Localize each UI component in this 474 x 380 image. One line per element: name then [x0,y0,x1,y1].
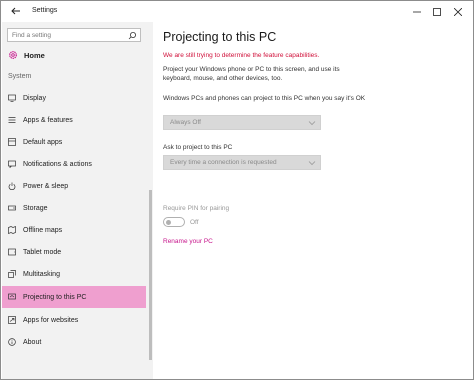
apps-list-icon [8,116,16,124]
sidebar-item-label: Display [23,94,46,102]
sidebar-item-label: Offline maps [23,226,63,234]
back-arrow-icon[interactable] [10,5,22,17]
toggle-state-text: Off [190,219,199,226]
sidebar-item-power-sleep[interactable]: Power & sleep [2,175,146,197]
power-icon [8,182,16,190]
sidebar-item-label: Default apps [23,138,63,146]
project-permission-label: Windows PCs and phones can project to th… [163,95,366,102]
default-apps-icon [8,138,16,146]
sidebar-item-label: About [23,338,42,346]
page-description: Project your Windows phone or PC to this… [163,66,340,82]
minimize-icon[interactable] [407,1,427,22]
maximize-icon[interactable] [427,1,447,22]
sidebar-item-display[interactable]: Display [2,87,146,109]
sidebar-item-notifications[interactable]: Notifications & actions [2,153,146,175]
notifications-icon [8,160,16,168]
sidebar-item-about[interactable]: About [2,331,146,353]
sidebar-item-label: Notifications & actions [23,160,92,168]
sidebar-item-apps-features[interactable]: Apps & features [2,109,146,131]
monitor-icon [8,94,16,102]
sidebar-item-label: Storage [23,204,48,212]
sidebar-item-label: Apps for websites [23,316,79,324]
title-bar: Settings [1,1,473,22]
dropdown-value: Always Off [170,119,201,126]
chevron-down-icon [308,159,316,167]
info-icon [8,338,16,346]
ask-to-project-label: Ask to project to this PC [163,144,233,151]
search-icon[interactable] [128,31,137,40]
toggle-knob [166,219,171,225]
sidebar-item-label: Tablet mode [23,248,62,256]
dropdown-value: Every time a connection is requested [170,159,277,166]
section-label: System [8,73,32,80]
projecting-icon [8,293,16,301]
capability-warning: We are still trying to determine the fea… [163,52,320,59]
sidebar-item-default-apps[interactable]: Default apps [2,131,146,153]
main-content: Projecting to this PC We are still tryin… [163,22,463,379]
search-placeholder: Find a setting [12,32,52,39]
sidebar-item-projecting[interactable]: Projecting to this PC [2,286,146,308]
sidebar-item-label: Multitasking [23,270,60,278]
sidebar-item-apps-websites[interactable]: Apps for websites [2,309,146,331]
require-pin-label: Require PIN for pairing [163,205,230,212]
map-icon [8,226,16,234]
search-input[interactable]: Find a setting [7,28,141,42]
gear-icon [9,51,17,59]
sidebar-item-multitasking[interactable]: Multitasking [2,263,146,285]
home-label: Home [24,50,45,60]
chevron-down-icon [308,119,316,127]
sidebar-item-tablet-mode[interactable]: Tablet mode [2,241,146,263]
window-title: Settings [32,7,58,14]
project-permission-dropdown[interactable]: Always Off [163,115,321,130]
sidebar-item-label: Apps & features [23,116,73,124]
ask-to-project-dropdown[interactable]: Every time a connection is requested [163,155,321,170]
tablet-icon [8,248,16,256]
sidebar-scrollbar[interactable] [148,22,153,379]
web-apps-icon [8,316,16,324]
close-icon[interactable] [448,1,468,22]
rename-pc-link[interactable]: Rename your PC [163,238,213,245]
scrollbar-thumb[interactable] [149,190,152,360]
require-pin-toggle[interactable] [163,217,185,227]
sidebar: Find a setting Home System Display Apps … [2,22,153,379]
page-title: Projecting to this PC [163,30,277,44]
multitasking-icon [8,270,16,278]
home-link[interactable]: Home [8,48,45,62]
sidebar-item-label: Projecting to this PC [23,293,87,301]
sidebar-item-label: Power & sleep [23,182,69,190]
storage-icon [8,204,16,212]
settings-window: Settings Find a setting Home System Disp… [0,0,474,380]
sidebar-item-storage[interactable]: Storage [2,197,146,219]
sidebar-item-offline-maps[interactable]: Offline maps [2,219,146,241]
